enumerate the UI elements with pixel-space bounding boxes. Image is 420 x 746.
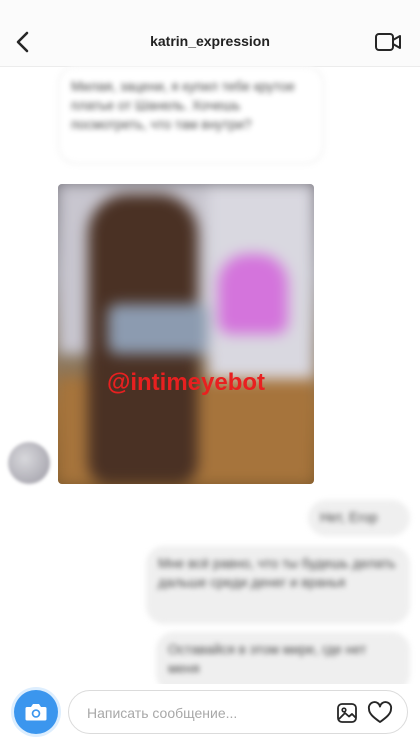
chat-username[interactable]: katrin_expression bbox=[110, 33, 310, 49]
message-input-container bbox=[68, 690, 408, 735]
message-composer bbox=[0, 684, 420, 746]
incoming-message: Милая, зацени, я купил тебе крутое плать… bbox=[58, 66, 324, 164]
outgoing-message: Нет, Егор bbox=[308, 500, 410, 536]
like-button[interactable] bbox=[367, 701, 393, 725]
back-button[interactable] bbox=[8, 27, 38, 57]
video-call-icon bbox=[375, 33, 401, 51]
outgoing-message: Мне всё равно, что ты будешь делать даль… bbox=[146, 546, 410, 624]
gallery-icon bbox=[337, 703, 357, 723]
incoming-photo[interactable]: @intimeyebot bbox=[58, 184, 314, 484]
blurred-photo bbox=[58, 184, 314, 484]
message-input[interactable] bbox=[85, 691, 329, 735]
gallery-button[interactable] bbox=[335, 701, 359, 725]
camera-button[interactable] bbox=[14, 690, 58, 734]
chevron-left-icon bbox=[16, 31, 29, 53]
chat-header: katrin_expression bbox=[0, 0, 420, 67]
message-thread[interactable]: Милая, зацени, я купил тебе крутое плать… bbox=[0, 66, 420, 684]
camera-icon bbox=[25, 704, 47, 721]
photo-watermark: @intimeyebot bbox=[106, 369, 266, 396]
video-call-button[interactable] bbox=[374, 29, 402, 55]
heart-icon bbox=[367, 701, 393, 723]
outgoing-message: Оставайся в этом мире, где нет меня bbox=[156, 632, 410, 684]
sender-avatar[interactable] bbox=[8, 442, 50, 484]
